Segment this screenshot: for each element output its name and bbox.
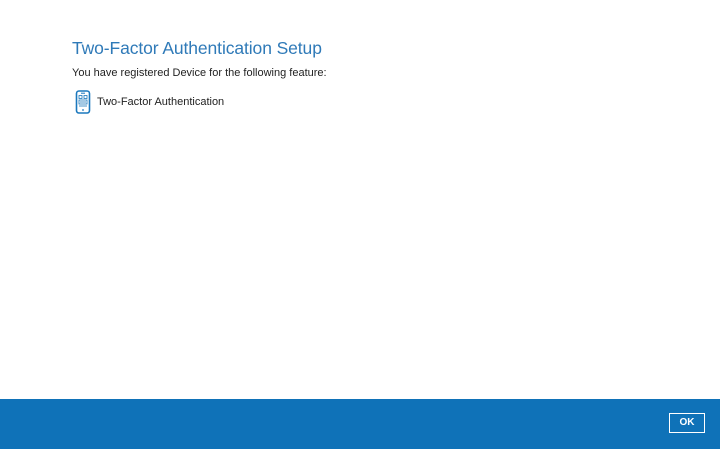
setup-window: Two-Factor Authentication Setup You have… — [0, 0, 720, 449]
registered-device-message: You have registered Device for the follo… — [72, 67, 327, 79]
ok-button[interactable]: OK — [669, 413, 705, 433]
feature-label: Two-Factor Authentication — [97, 96, 225, 108]
main-content: Two-Factor Authentication Setup You have… — [72, 36, 672, 115]
mobile-device-icon — [75, 90, 91, 114]
footer-bar: OK — [0, 399, 720, 449]
page-title: Two-Factor Authentication Setup — [72, 38, 322, 58]
feature-item-two-factor: Two-Factor Authentication — [72, 89, 672, 115]
